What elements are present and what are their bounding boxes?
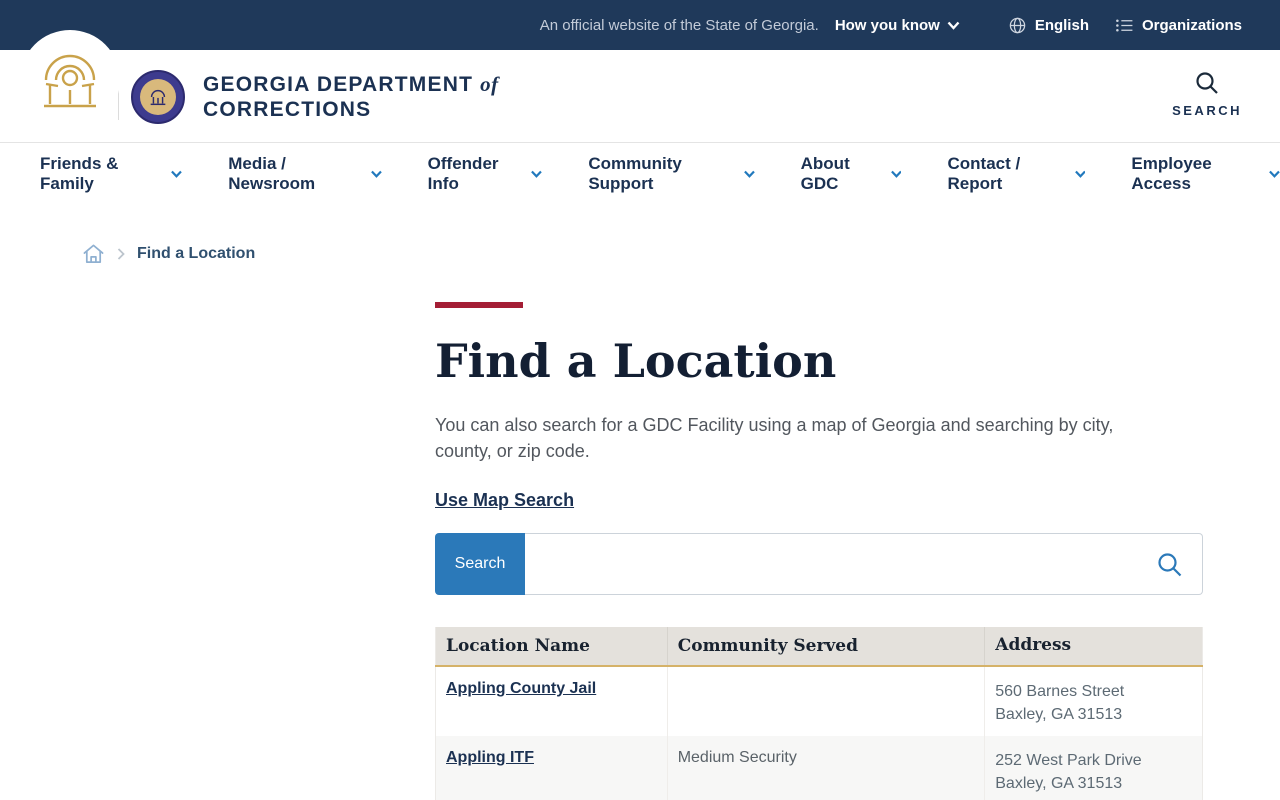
nav-item-offender-info[interactable]: Offender Info: [428, 154, 543, 194]
agency-brand-link[interactable]: GEORGIA DEPARTMENT of CORRECTIONS: [118, 50, 499, 143]
chevron-down-icon: [947, 21, 960, 30]
facility-search-input[interactable]: [525, 533, 1203, 595]
table-header-row: Location Name Community Served Address: [435, 627, 1203, 667]
agency-line1: GEORGIA DEPARTMENT: [203, 72, 474, 96]
chevron-down-icon: [171, 170, 183, 178]
address-cell: 560 Barnes Street Baxley, GA 31513: [985, 666, 1203, 736]
agency-of: of: [480, 71, 499, 96]
gdc-seal-center: [140, 78, 176, 115]
nav-item-contact-report[interactable]: Contact / Report: [947, 154, 1086, 194]
nav-item-label: Offender Info: [427, 154, 499, 193]
title-accent-bar: [435, 302, 523, 308]
breadcrumb-home-link[interactable]: [82, 243, 105, 265]
gov-topbar: An official website of the State of Geor…: [0, 0, 1280, 50]
globe-icon: [1009, 17, 1026, 33]
location-link[interactable]: Appling County Jail: [446, 680, 596, 697]
address-line2: Baxley, GA 31513: [995, 775, 1123, 792]
facility-search-bar: Search: [435, 533, 1203, 595]
nav-item-label: About GDC: [800, 154, 850, 193]
georgia-arch-icon: [44, 54, 96, 108]
nav-item-friends-family[interactable]: Friends & Family: [40, 154, 183, 194]
breadcrumb-chevron-icon: [117, 248, 125, 260]
nav-item-about-gdc[interactable]: About GDC: [801, 154, 902, 194]
locations-tbody: Appling County Jail 560 Barnes Street Baxl…: [435, 666, 1203, 800]
chevron-down-icon: [1269, 170, 1280, 178]
header-search-button[interactable]: SEARCH: [1172, 70, 1242, 118]
header-address: Address: [984, 627, 1203, 667]
chevron-down-icon: [370, 170, 382, 178]
header-community-served: Community Served: [667, 627, 986, 667]
search-magnifier-icon[interactable]: [1156, 551, 1183, 578]
gdc-seal: [131, 69, 185, 124]
nav-item-label: Contact / Report: [947, 154, 1021, 193]
table-row: Appling County Jail 560 Barnes Street Baxl…: [435, 666, 1203, 736]
search-submit-button[interactable]: Search: [435, 533, 525, 595]
nav-item-employee-access[interactable]: Employee Access: [1131, 154, 1280, 194]
breadcrumb-current: Find a Location: [137, 245, 256, 262]
how-you-know-label: How you know: [834, 16, 940, 34]
breadcrumb: Find a Location: [82, 243, 1280, 265]
site-header: GEORGIA DEPARTMENT of CORRECTIONS SEARCH: [0, 30, 1280, 143]
org-list-icon: [1116, 18, 1133, 32]
language-link[interactable]: English: [1008, 16, 1089, 35]
intro-text: You can also search for a GDC Facility u…: [435, 415, 1114, 461]
agency-line2: CORRECTIONS: [203, 97, 372, 121]
language-label: English: [1034, 16, 1089, 34]
location-link[interactable]: Appling ITF: [446, 749, 534, 766]
nav-item-label: Media / Newsroom: [228, 154, 316, 193]
nav-item-media-newsroom[interactable]: Media / Newsroom: [228, 154, 382, 194]
community-served-cell: Medium Security: [667, 736, 986, 800]
main-content: Find a Location You can also search for …: [435, 302, 1203, 800]
address-line1: 252 West Park Drive: [995, 752, 1142, 769]
nav-item-label: Employee Access: [1131, 154, 1212, 193]
page-title: Find a Location: [435, 334, 837, 388]
nav-item-label: Community Support: [588, 154, 682, 193]
address-line1: 560 Barnes Street: [995, 683, 1125, 700]
organizations-link[interactable]: Organizations: [1115, 17, 1242, 34]
organizations-label: Organizations: [1141, 16, 1242, 34]
header-search-label: SEARCH: [1172, 103, 1242, 118]
use-map-search-link[interactable]: Use Map Search: [435, 490, 574, 511]
address-line2: Baxley, GA 31513: [995, 706, 1123, 723]
georgia-arch-logo[interactable]: [20, 30, 120, 130]
how-you-know-button[interactable]: How you know: [835, 17, 960, 34]
nav-item-label: Friends & Family: [40, 154, 119, 193]
locations-table: Location Name Community Served Address A…: [435, 627, 1203, 800]
official-website-text: An official website of the State of Geor…: [539, 16, 819, 34]
nav-item-community-support[interactable]: Community Support: [588, 154, 755, 194]
address-cell: 252 West Park Drive Baxley, GA 31513: [984, 736, 1203, 800]
header-location-name: Location Name: [435, 627, 668, 667]
chevron-down-icon: [531, 170, 543, 178]
location-name-cell: Appling County Jail: [435, 666, 668, 736]
search-icon: [1196, 72, 1218, 94]
home-icon: [83, 244, 104, 263]
agency-name: GEORGIA DEPARTMENT of CORRECTIONS: [203, 72, 499, 122]
table-row: Appling ITF Medium Security 252 West Park …: [435, 736, 1203, 800]
location-name-cell: Appling ITF: [435, 736, 668, 800]
community-served-cell: [667, 666, 986, 736]
main-navigation: Friends & Family Media / Newsroom Offend…: [0, 143, 1280, 205]
chevron-down-icon: [743, 170, 755, 178]
chevron-down-icon: [890, 170, 902, 178]
chevron-down-icon: [1074, 170, 1086, 178]
